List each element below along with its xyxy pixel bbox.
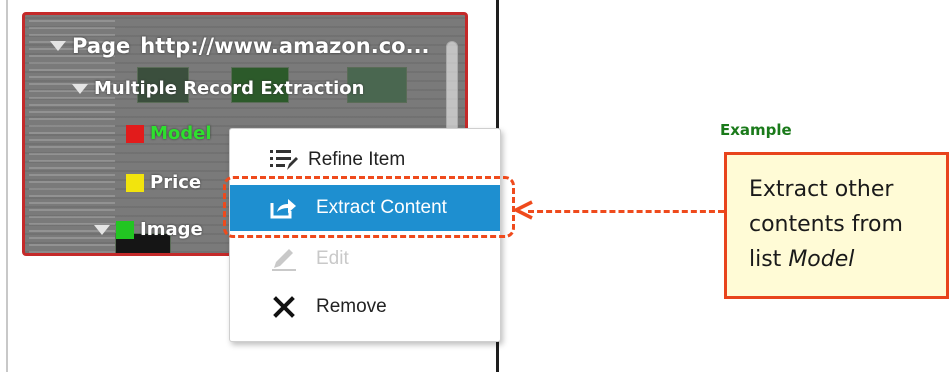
page-label: Page bbox=[72, 34, 131, 58]
highlight-dashed-box bbox=[223, 176, 515, 238]
page-url: http://www.amazon.co... bbox=[140, 34, 430, 58]
expand-triangle-icon[interactable] bbox=[72, 83, 88, 94]
model-label: Model bbox=[150, 123, 212, 144]
tree-node-multiple-record-extraction[interactable]: Multiple Record Extraction bbox=[72, 78, 365, 99]
tree-node-image[interactable]: Image bbox=[94, 219, 203, 240]
tree-node-price[interactable]: Price bbox=[126, 172, 201, 193]
menu-item-remove[interactable]: Remove bbox=[230, 284, 500, 330]
menu-item-remove-label: Remove bbox=[316, 296, 387, 317]
callout-line-3: list Model bbox=[749, 242, 946, 277]
image-color-swatch bbox=[116, 220, 134, 239]
callout-line-1: Extract other bbox=[749, 177, 894, 202]
pencil-icon bbox=[268, 247, 300, 271]
menu-item-edit-label: Edit bbox=[316, 248, 349, 269]
refine-list-icon bbox=[268, 148, 300, 172]
expand-triangle-icon[interactable] bbox=[94, 224, 110, 235]
callout-line-3-prefix: list bbox=[749, 247, 789, 272]
example-callout: Extract other contents from list Model bbox=[724, 152, 949, 299]
callout-line-2: contents from bbox=[749, 212, 903, 237]
menu-item-edit[interactable]: Edit bbox=[230, 236, 500, 282]
x-icon bbox=[268, 295, 300, 319]
menu-item-refine-label: Refine Item bbox=[308, 149, 406, 170]
arrow-head-icon bbox=[512, 200, 533, 220]
price-color-swatch bbox=[126, 173, 144, 192]
image-label: Image bbox=[140, 219, 203, 240]
model-color-swatch bbox=[126, 124, 144, 143]
expand-triangle-icon[interactable] bbox=[50, 41, 66, 51]
mre-label: Multiple Record Extraction bbox=[94, 78, 365, 99]
callout-model-word: Model bbox=[788, 247, 855, 272]
price-label: Price bbox=[150, 172, 202, 193]
pointer-arrow-line bbox=[528, 210, 724, 213]
example-label: Example bbox=[720, 121, 792, 139]
tree-node-page[interactable]: Page http://www.amazon.co... bbox=[50, 34, 430, 58]
tree-node-model[interactable]: Model bbox=[126, 123, 212, 144]
